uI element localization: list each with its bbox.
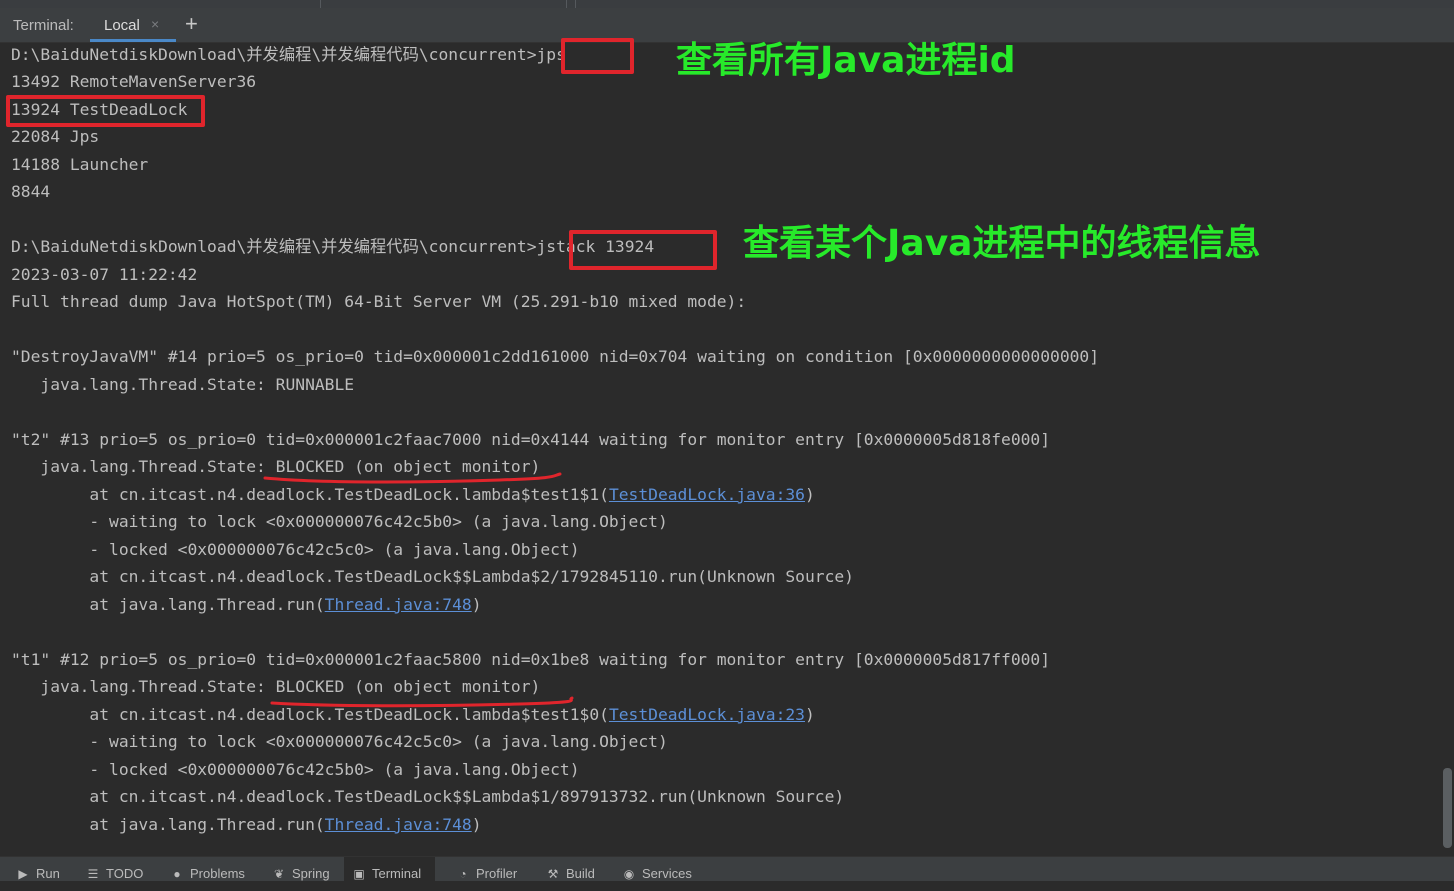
line-text: at java.lang.Thread.run(	[11, 595, 325, 614]
terminal-line: at java.lang.Thread.run(Thread.java:748)	[11, 592, 482, 618]
spring-leaf-icon: ❦	[273, 867, 285, 881]
terminal-line: java.lang.Thread.State: RUNNABLE	[11, 375, 355, 394]
source-file-link[interactable]: Thread.java:748	[325, 595, 472, 614]
line-text: )	[804, 485, 815, 504]
tool-window-button-problems[interactable]: ● Problems	[170, 857, 245, 881]
tab-local-label: Local	[104, 17, 140, 34]
highlight-box-jps-command	[561, 38, 634, 74]
tool-window-button-terminal[interactable]: ▣ Terminal	[344, 857, 436, 881]
strip-divider	[566, 0, 567, 8]
line-text: at cn.itcast.n4.deadlock.TestDeadLock.la…	[11, 485, 609, 504]
terminal-line: at cn.itcast.n4.deadlock.TestDeadLock.la…	[11, 482, 815, 508]
terminal-line: at java.lang.Thread.run(Thread.java:748)	[11, 812, 482, 838]
highlight-box-testdeadlock-pid	[6, 95, 205, 127]
tool-window-button-label: Problems	[190, 866, 245, 881]
line-text: )	[804, 705, 815, 724]
source-file-link[interactable]: TestDeadLock.java:23	[609, 705, 805, 724]
source-file-link[interactable]: TestDeadLock.java:36	[609, 485, 805, 504]
tool-window-bar: ▶ Run ☰ TODO ● Problems ❦ Spring ▣ Terminal ◔ Profi…	[0, 856, 1454, 881]
annotation-jps: 查看所有Java进程id	[676, 40, 1016, 81]
tool-window-button-run[interactable]: ▶ Run	[16, 857, 60, 881]
terminal-tab-bar: Terminal: Local × +	[0, 8, 1454, 43]
line-text: )	[471, 595, 482, 614]
terminal-line: at cn.itcast.n4.deadlock.TestDeadLock.la…	[11, 702, 815, 728]
terminal-output[interactable]: D:\BaiduNetdiskDownload\并发编程\并发编程代码\conc…	[0, 42, 1440, 856]
terminal-line: java.lang.Thread.State: BLOCKED (on obje…	[11, 457, 541, 476]
terminal-line: "t2" #13 prio=5 os_prio=0 tid=0x000001c2…	[11, 430, 1051, 449]
terminal-line: D:\BaiduNetdiskDownload\并发编程\并发编程代码\conc…	[11, 45, 566, 64]
run-icon: ▶	[18, 867, 28, 881]
tool-window-button-label: Run	[36, 866, 60, 881]
terminal-line: - locked <0x000000076c42c5c0> (a java.la…	[11, 540, 580, 559]
tool-window-button-profiler[interactable]: ◔ Profiler	[456, 857, 517, 881]
profiler-icon: ◔	[459, 867, 467, 881]
line-text: at cn.itcast.n4.deadlock.TestDeadLock.la…	[11, 705, 609, 724]
tool-window-button-label: TODO	[106, 866, 144, 881]
terminal-line: 2023-03-07 11:22:42	[11, 265, 198, 284]
tool-window-button-label: Services	[642, 866, 692, 881]
annotation-jstack: 查看某个Java进程中的线程信息	[743, 223, 1261, 264]
terminal-line: at cn.itcast.n4.deadlock.TestDeadLock$$L…	[11, 787, 845, 806]
terminal-line: 13492 RemoteMavenServer36	[11, 72, 257, 91]
terminal-line: - locked <0x000000076c42c5b0> (a java.la…	[11, 760, 580, 779]
strip-divider	[575, 0, 576, 8]
terminal-line: 14188 Launcher	[11, 155, 149, 174]
terminal-line: D:\BaiduNetdiskDownload\并发编程\并发编程代码\conc…	[11, 237, 655, 256]
line-text: at java.lang.Thread.run(	[11, 815, 325, 834]
terminal-line: java.lang.Thread.State: BLOCKED (on obje…	[11, 677, 541, 696]
tool-window-button-spring[interactable]: ❦ Spring	[272, 857, 330, 881]
tool-window-button-build[interactable]: ⚒ Build	[546, 857, 595, 881]
terminal-line: - waiting to lock <0x000000076c42c5c0> (…	[11, 732, 668, 751]
tool-window-button-label: Build	[566, 866, 595, 881]
terminal-line: at cn.itcast.n4.deadlock.TestDeadLock$$L…	[11, 567, 854, 586]
terminal-title-label: Terminal:	[13, 17, 74, 34]
window-top-strip	[0, 0, 1454, 8]
hammer-icon: ⚒	[547, 867, 559, 881]
terminal-line: 8844	[11, 182, 51, 201]
terminal-scrollbar-thumb[interactable]	[1443, 768, 1452, 848]
tab-local[interactable]: Local ×	[90, 8, 176, 42]
terminal-line: "DestroyJavaVM" #14 prio=5 os_prio=0 tid…	[11, 347, 1100, 366]
tool-window-button-label: Terminal	[372, 866, 422, 881]
terminal-line: 22084 Jps	[11, 127, 100, 146]
terminal-line: "t1" #12 prio=5 os_prio=0 tid=0x000001c2…	[11, 650, 1051, 669]
terminal-line: Full thread dump Java HotSpot(TM) 64-Bit…	[11, 292, 747, 311]
strip-divider	[320, 0, 321, 8]
close-icon[interactable]: ×	[151, 16, 159, 32]
terminal-line: - waiting to lock <0x000000076c42c5b0> (…	[11, 512, 668, 531]
source-file-link[interactable]: Thread.java:748	[325, 815, 472, 834]
new-tab-button[interactable]: +	[185, 11, 198, 37]
tool-window-button-todo[interactable]: ☰ TODO	[86, 857, 144, 881]
list-icon: ☰	[87, 867, 99, 881]
terminal-icon: ▣	[353, 867, 365, 881]
tool-window-button-services[interactable]: ◉ Services	[622, 857, 692, 881]
highlight-box-jstack-command	[569, 230, 717, 270]
problems-icon: ●	[173, 867, 181, 881]
tool-window-button-label: Spring	[292, 866, 330, 881]
tool-window-button-label: Profiler	[476, 866, 518, 881]
line-text: )	[471, 815, 482, 834]
services-icon: ◉	[623, 867, 635, 881]
